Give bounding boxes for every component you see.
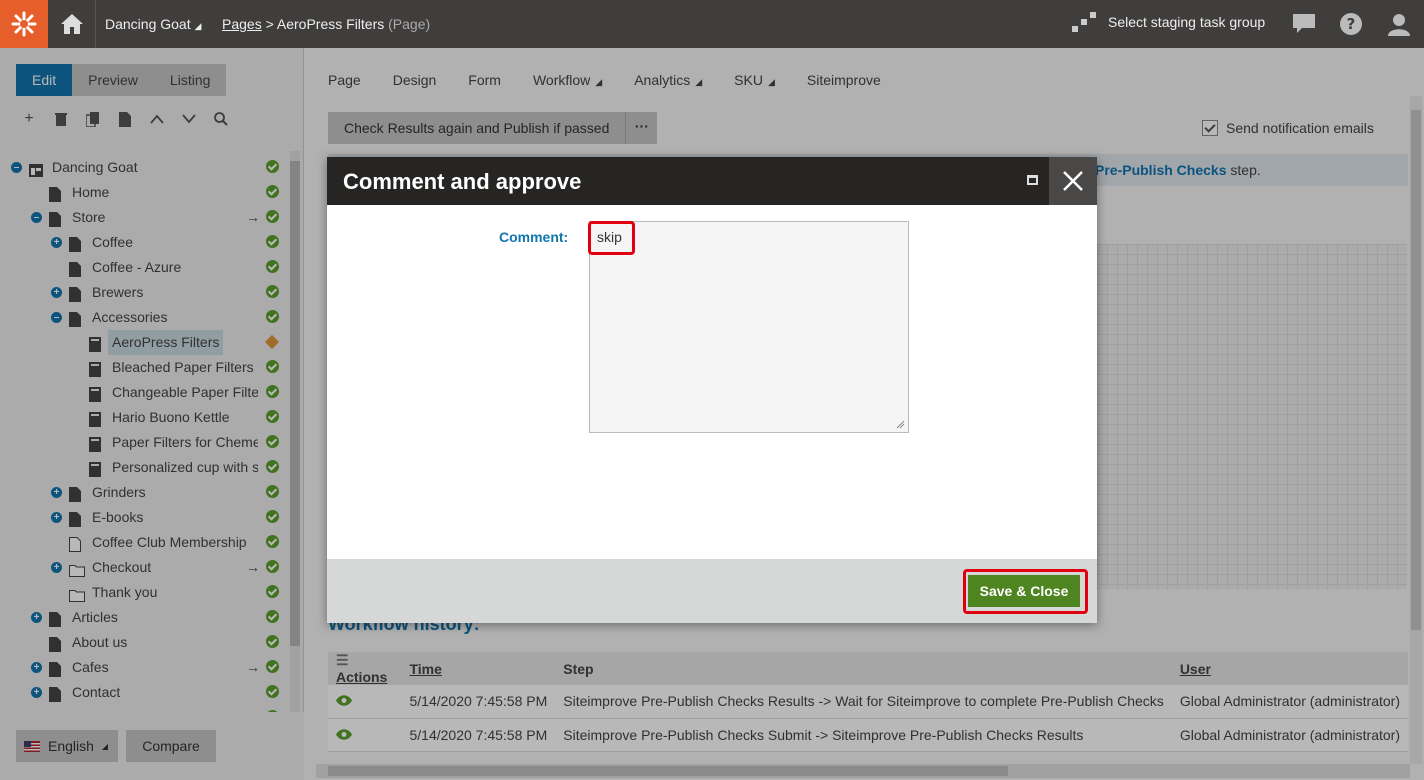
staging-task-group-selector[interactable]: Select staging task group	[1072, 12, 1265, 32]
breadcrumb-type: (Page)	[388, 16, 431, 32]
kentico-logo-icon[interactable]	[0, 0, 48, 48]
help-icon[interactable]: ?	[1339, 12, 1363, 36]
comment-approve-dialog: Comment and approve Comment: skip Save &…	[327, 157, 1097, 623]
comment-label: Comment:	[499, 229, 569, 245]
staging-icon	[1072, 12, 1096, 32]
home-icon[interactable]	[48, 0, 96, 48]
user-icon[interactable]	[1387, 12, 1411, 36]
breadcrumb: Pages > AeroPress Filters (Page)	[222, 16, 430, 32]
maximize-icon[interactable]	[1027, 175, 1038, 185]
breadcrumb-pages-link[interactable]: Pages	[222, 16, 262, 32]
site-selector[interactable]: Dancing Goat ◢	[105, 16, 201, 32]
dialog-header: Comment and approve	[327, 157, 1097, 205]
resize-handle-icon[interactable]	[895, 419, 905, 429]
dialog-title: Comment and approve	[343, 169, 582, 194]
svg-text:?: ?	[1347, 15, 1356, 33]
comment-textarea[interactable]	[589, 221, 909, 433]
staging-label: Select staging task group	[1108, 14, 1266, 30]
comment-highlight	[588, 221, 635, 255]
save-close-button[interactable]: Save & Close	[968, 575, 1080, 607]
chat-icon[interactable]	[1292, 12, 1316, 36]
breadcrumb-separator: >	[265, 16, 277, 32]
breadcrumb-current: AeroPress Filters	[276, 16, 385, 32]
close-icon[interactable]	[1049, 157, 1097, 205]
top-bar: Dancing Goat ◢ Pages > AeroPress Filters…	[0, 0, 1424, 48]
